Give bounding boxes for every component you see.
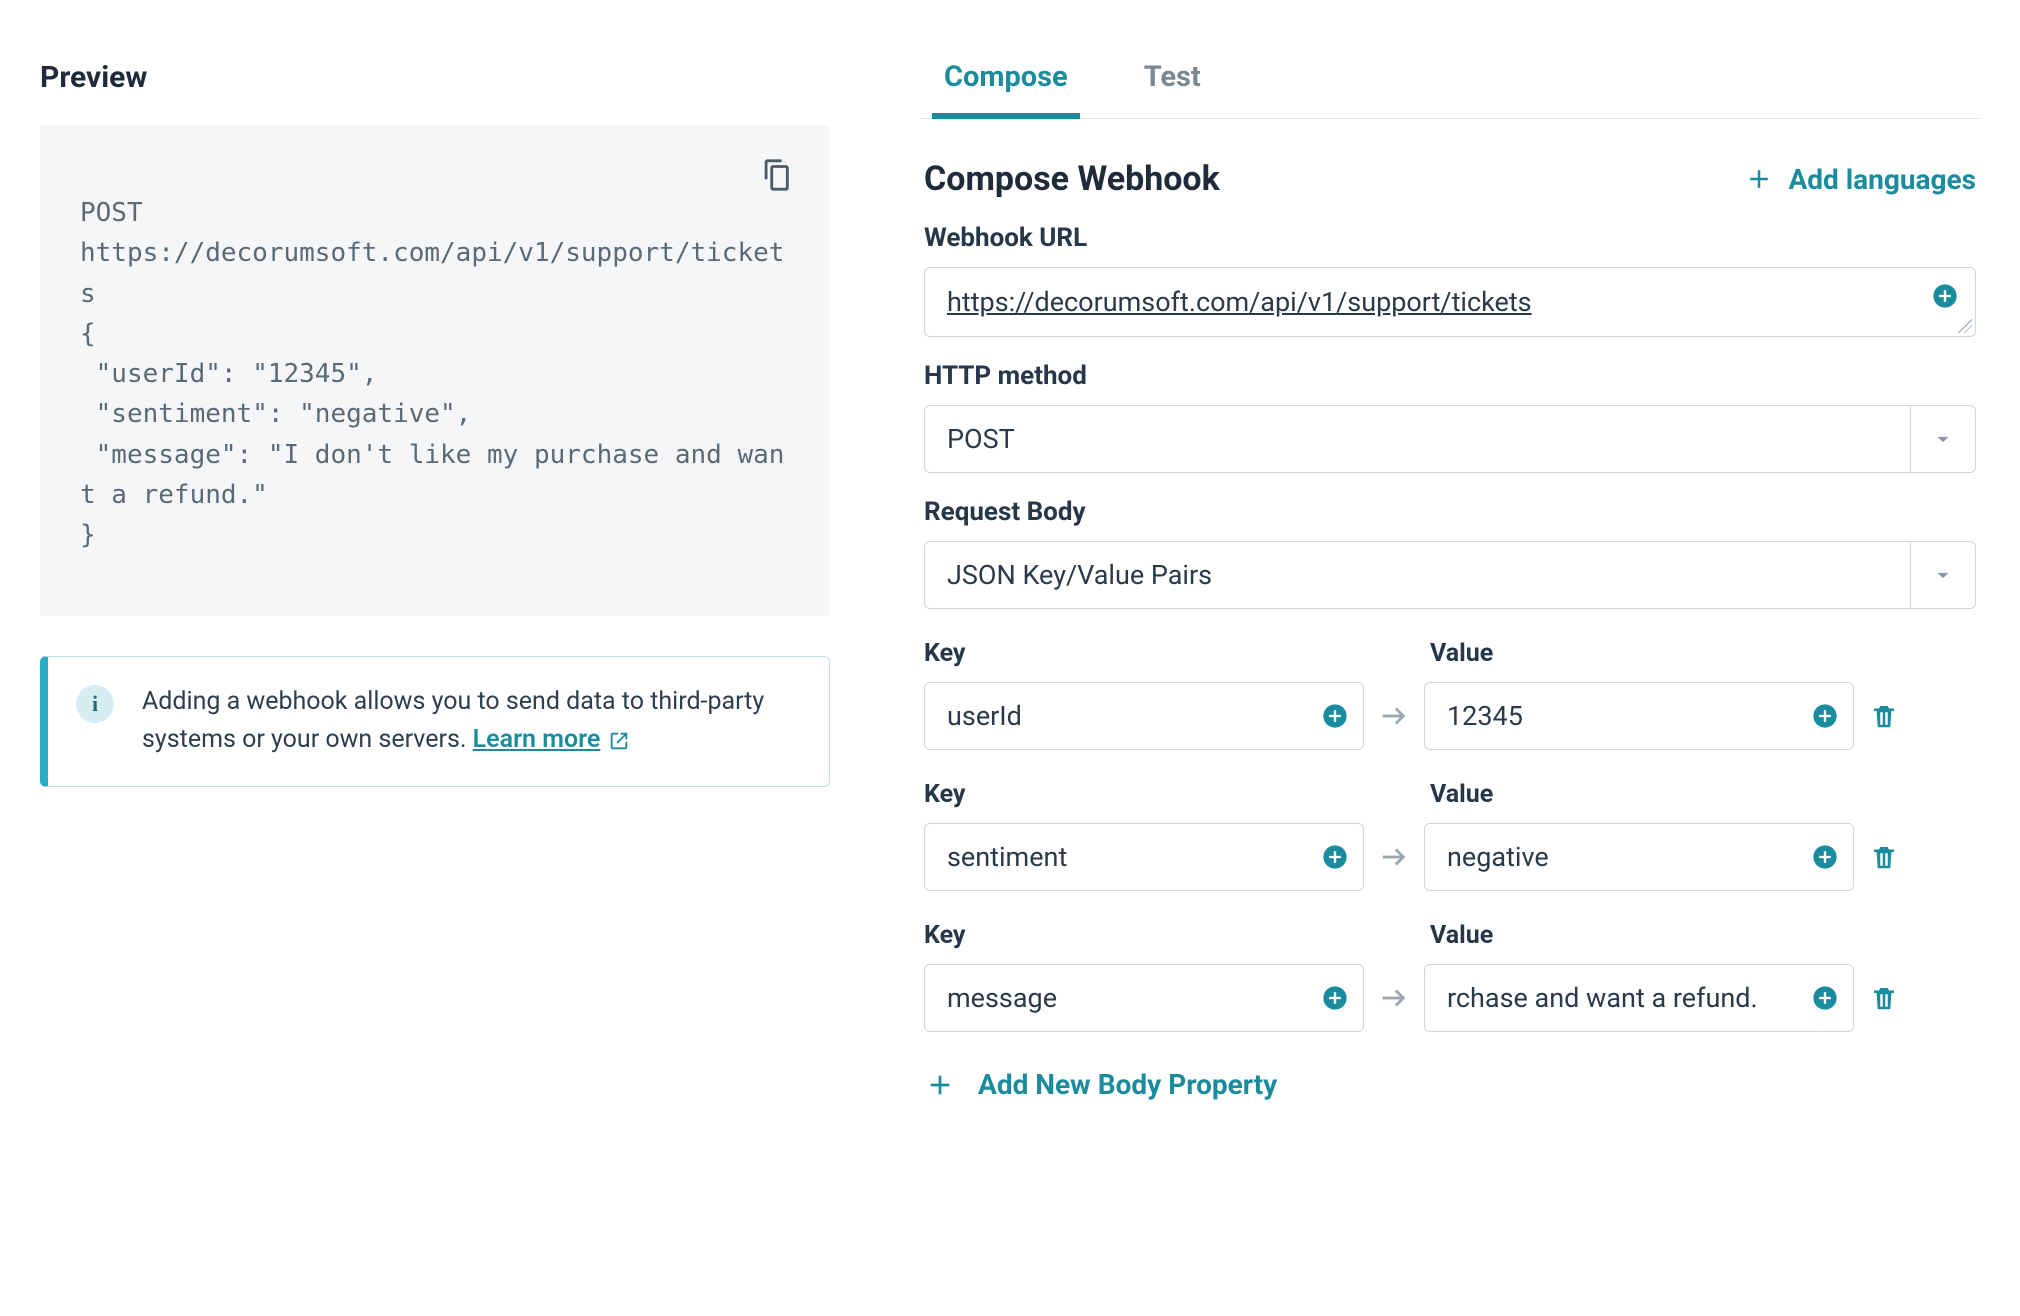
preview-panel: POST https://decorumsoft.com/api/v1/supp…: [40, 125, 830, 616]
resize-handle-icon[interactable]: [1958, 319, 1972, 333]
preview-code: POST https://decorumsoft.com/api/v1/supp…: [80, 193, 790, 556]
kv-key-input[interactable]: [924, 964, 1364, 1032]
webhook-url-value: https://decorumsoft.com/api/v1/support/t…: [947, 286, 1919, 318]
arrow-right-icon: [1364, 981, 1424, 1015]
tab-test[interactable]: Test: [1138, 40, 1207, 118]
kv-key-input[interactable]: [924, 682, 1364, 750]
copy-icon[interactable]: [756, 155, 796, 195]
http-method-select[interactable]: POST: [924, 405, 1976, 473]
external-link-icon: [608, 730, 630, 752]
webhook-url-input[interactable]: https://decorumsoft.com/api/v1/support/t…: [924, 267, 1976, 337]
kv-grid: Key Value: [924, 639, 1976, 1032]
arrow-right-icon: [1364, 840, 1424, 874]
compose-heading: Compose Webhook: [924, 159, 1220, 199]
webhook-url-label: Webhook URL: [924, 223, 1976, 253]
request-body-label: Request Body: [924, 497, 1976, 527]
info-banner: i Adding a webhook allows you to send da…: [40, 656, 830, 788]
add-variable-icon[interactable]: [1321, 702, 1349, 730]
http-method-label: HTTP method: [924, 361, 1976, 391]
arrow-right-icon: [1364, 699, 1424, 733]
url-add-variable-icon[interactable]: [1931, 282, 1959, 310]
delete-row-button[interactable]: [1854, 983, 1914, 1013]
info-icon: i: [76, 685, 114, 723]
add-variable-icon[interactable]: [1811, 843, 1839, 871]
kv-value-field[interactable]: [1445, 981, 1801, 1015]
request-body-value: JSON Key/Value Pairs: [925, 542, 1910, 608]
kv-key-label: Key: [924, 780, 1364, 809]
add-body-property-button[interactable]: Add New Body Property: [924, 1068, 1277, 1101]
kv-key-field[interactable]: [945, 699, 1311, 733]
kv-value-input[interactable]: [1424, 964, 1854, 1032]
kv-value-field[interactable]: [1445, 699, 1801, 733]
kv-row: [924, 682, 1976, 750]
kv-key-label: Key: [924, 921, 1364, 950]
kv-value-input[interactable]: [1424, 823, 1854, 891]
learn-more-link[interactable]: Learn more: [473, 721, 631, 760]
info-text: Adding a webhook allows you to send data…: [142, 683, 801, 761]
add-variable-icon[interactable]: [1321, 843, 1349, 871]
http-method-value: POST: [925, 406, 1910, 472]
delete-row-button[interactable]: [1854, 701, 1914, 731]
kv-value-label: Value: [1430, 639, 1854, 668]
kv-row: [924, 823, 1976, 891]
kv-value-label: Value: [1430, 921, 1854, 950]
add-variable-icon[interactable]: [1811, 984, 1839, 1012]
info-message: Adding a webhook allows you to send data…: [142, 687, 764, 755]
kv-row: [924, 964, 1976, 1032]
chevron-down-icon[interactable]: [1911, 406, 1975, 472]
kv-key-field[interactable]: [945, 840, 1311, 874]
kv-key-field[interactable]: [945, 981, 1311, 1015]
add-variable-icon[interactable]: [1811, 702, 1839, 730]
chevron-down-icon[interactable]: [1911, 542, 1975, 608]
add-variable-icon[interactable]: [1321, 984, 1349, 1012]
request-body-select[interactable]: JSON Key/Value Pairs: [924, 541, 1976, 609]
tabs: Compose Test: [920, 40, 1980, 119]
delete-row-button[interactable]: [1854, 842, 1914, 872]
tab-compose[interactable]: Compose: [938, 40, 1074, 118]
preview-title: Preview: [40, 60, 830, 95]
kv-key-label: Key: [924, 639, 1364, 668]
add-languages-button[interactable]: Add languages: [1744, 163, 1976, 196]
kv-value-input[interactable]: [1424, 682, 1854, 750]
kv-value-field[interactable]: [1445, 840, 1801, 874]
kv-value-label: Value: [1430, 780, 1854, 809]
kv-key-input[interactable]: [924, 823, 1364, 891]
